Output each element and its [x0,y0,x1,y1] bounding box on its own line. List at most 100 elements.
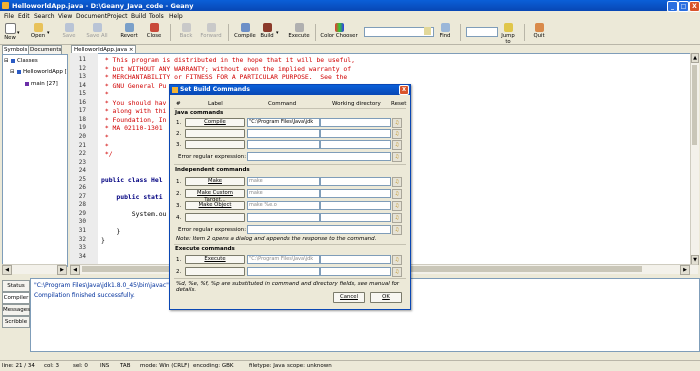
menu-help[interactable]: Help [169,13,183,20]
exec-workdir-field-2[interactable] [320,267,391,276]
reset-icon[interactable]: ♫ [392,255,402,265]
indep-command-field-2[interactable]: make [247,189,320,198]
quit-button[interactable]: Quit [532,23,546,43]
indep-command-field-4[interactable] [247,213,320,222]
menu-edit[interactable]: Edit [18,13,30,20]
java-workdir-field-3[interactable] [320,140,391,149]
new-button[interactable]: New [3,23,17,43]
java-command-field-3[interactable] [247,140,320,149]
sidebar-horizontal-scrollbar[interactable]: ◀ ▶ [2,264,67,275]
build-button[interactable]: Build [260,23,274,43]
menu-tools[interactable]: Tools [149,13,164,20]
reset-icon[interactable]: ♫ [392,201,402,211]
save-button[interactable]: Save [62,23,76,43]
close-file-button[interactable]: Close [146,23,162,43]
ok-button[interactable]: OK [370,292,402,303]
indep-command-field-1[interactable]: make [247,177,320,186]
tree-classes[interactable]: Classes [17,58,38,64]
scroll-right-arrow[interactable]: ▶ [57,265,67,275]
menu-build[interactable]: Build [131,13,146,20]
menu-project[interactable]: Project [107,13,128,20]
java-row-number: 1. [176,120,182,126]
reset-icon[interactable]: ♫ [392,152,402,162]
line-number: 33 [78,244,86,252]
exec-command-field-1[interactable]: "C:\Program Files\Java\jdk [247,255,320,264]
dialog-close-button[interactable]: X [399,85,409,95]
java-command-field-2[interactable] [247,129,320,138]
java-label-button-compile[interactable]: Compile [185,118,245,127]
reset-icon[interactable]: ♫ [392,225,402,235]
jump-to-line-input[interactable] [466,27,498,37]
tree-method-main[interactable]: main [27] [31,81,58,87]
indep-workdir-field-2[interactable] [320,189,391,198]
scroll-thumb[interactable] [692,65,697,145]
open-dropdown-arrow[interactable]: ▾ [47,30,50,36]
indep-label-button-make-object[interactable]: Make Object [185,201,245,210]
line-number: 19 [78,124,86,132]
back-button[interactable]: Back [178,23,194,43]
execute-button[interactable]: Execute [288,23,310,43]
revert-button[interactable]: Revert [120,23,138,43]
tab-compiler[interactable]: Compiler [2,292,30,304]
editor-vertical-scrollbar[interactable]: ▲ ▼ [690,53,699,265]
symbols-panel: ⊟ Classes ⊟ HelloworldApp [ main [27] [2,54,68,267]
search-clear-icon[interactable] [424,27,431,35]
open-button[interactable]: Open [30,23,46,43]
menu-view[interactable]: View [58,13,72,20]
exec-command-field-2[interactable] [247,267,320,276]
indep-workdir-field-3[interactable] [320,201,391,210]
cancel-button[interactable]: Cancel [333,292,365,303]
java-error-regex-field[interactable] [247,152,391,161]
reset-icon[interactable]: ♫ [392,177,402,187]
scroll-up-arrow[interactable]: ▲ [691,53,699,63]
tree-expander[interactable]: ⊟ [10,69,15,75]
exec-label-button-execute[interactable]: Execute [185,255,245,264]
new-dropdown-arrow[interactable]: ▾ [17,30,20,36]
reset-icon[interactable]: ♫ [392,118,402,128]
menu-file[interactable]: File [4,13,14,20]
tree-expander[interactable]: ⊟ [4,58,9,64]
tree-class-helloworldapp[interactable]: HelloworldApp [ [23,69,67,75]
indep-workdir-field-4[interactable] [320,213,391,222]
build-dropdown-arrow[interactable]: ▾ [276,30,279,36]
java-label-button-3[interactable] [185,140,245,149]
line-number: 34 [78,252,86,260]
java-label-button-2[interactable] [185,129,245,138]
reset-icon[interactable]: ♫ [392,213,402,223]
tab-scribble[interactable]: Scribble [2,316,30,328]
separator [174,278,406,279]
title-bar: HelloworldApp.java - D:\Geany_Java_code … [0,0,700,12]
exec-label-button-2[interactable] [185,267,245,276]
indep-label-button-make[interactable]: Make [185,177,245,186]
tab-messages[interactable]: Messages [2,304,30,316]
indep-error-regex-field[interactable] [247,225,391,234]
reset-icon[interactable]: ♫ [392,267,402,277]
indep-label-button-make-custom-target[interactable]: Make Custom Target... [185,189,245,203]
reset-icon[interactable]: ♫ [392,140,402,150]
menu-search[interactable]: Search [34,13,55,20]
tab-documents[interactable]: Documents [28,45,62,54]
tab-status[interactable]: Status [2,280,30,292]
find-button[interactable]: Find [438,23,452,43]
forward-button[interactable]: Forward [200,23,222,43]
java-workdir-field-1[interactable] [320,118,391,127]
exec-workdir-field-1[interactable] [320,255,391,264]
scroll-right-arrow[interactable]: ▶ [680,265,690,275]
indep-label-button-4[interactable] [185,213,245,222]
code-line: } [101,227,121,235]
reset-icon[interactable]: ♫ [392,129,402,139]
jump-to-button[interactable]: Jump to [498,23,518,45]
indep-workdir-field-1[interactable] [320,177,391,186]
status-encoding: encoding: GBK [193,362,234,369]
java-workdir-field-2[interactable] [320,129,391,138]
reset-icon[interactable]: ♫ [392,189,402,199]
compile-button[interactable]: Compile [234,23,256,43]
indep-command-field-3[interactable]: make %e.o [247,201,320,210]
tab-symbols[interactable]: Symbols [2,45,30,54]
java-command-field-1[interactable]: "C:\Program Files\Java\jdk [247,118,320,127]
save-all-button[interactable]: Save All [86,23,108,43]
menu-document[interactable]: Document [76,13,107,20]
scroll-left-arrow[interactable]: ◀ [2,265,12,275]
color-chooser-button[interactable]: Color Chooser [320,23,358,43]
scroll-left-arrow[interactable]: ◀ [70,265,80,275]
